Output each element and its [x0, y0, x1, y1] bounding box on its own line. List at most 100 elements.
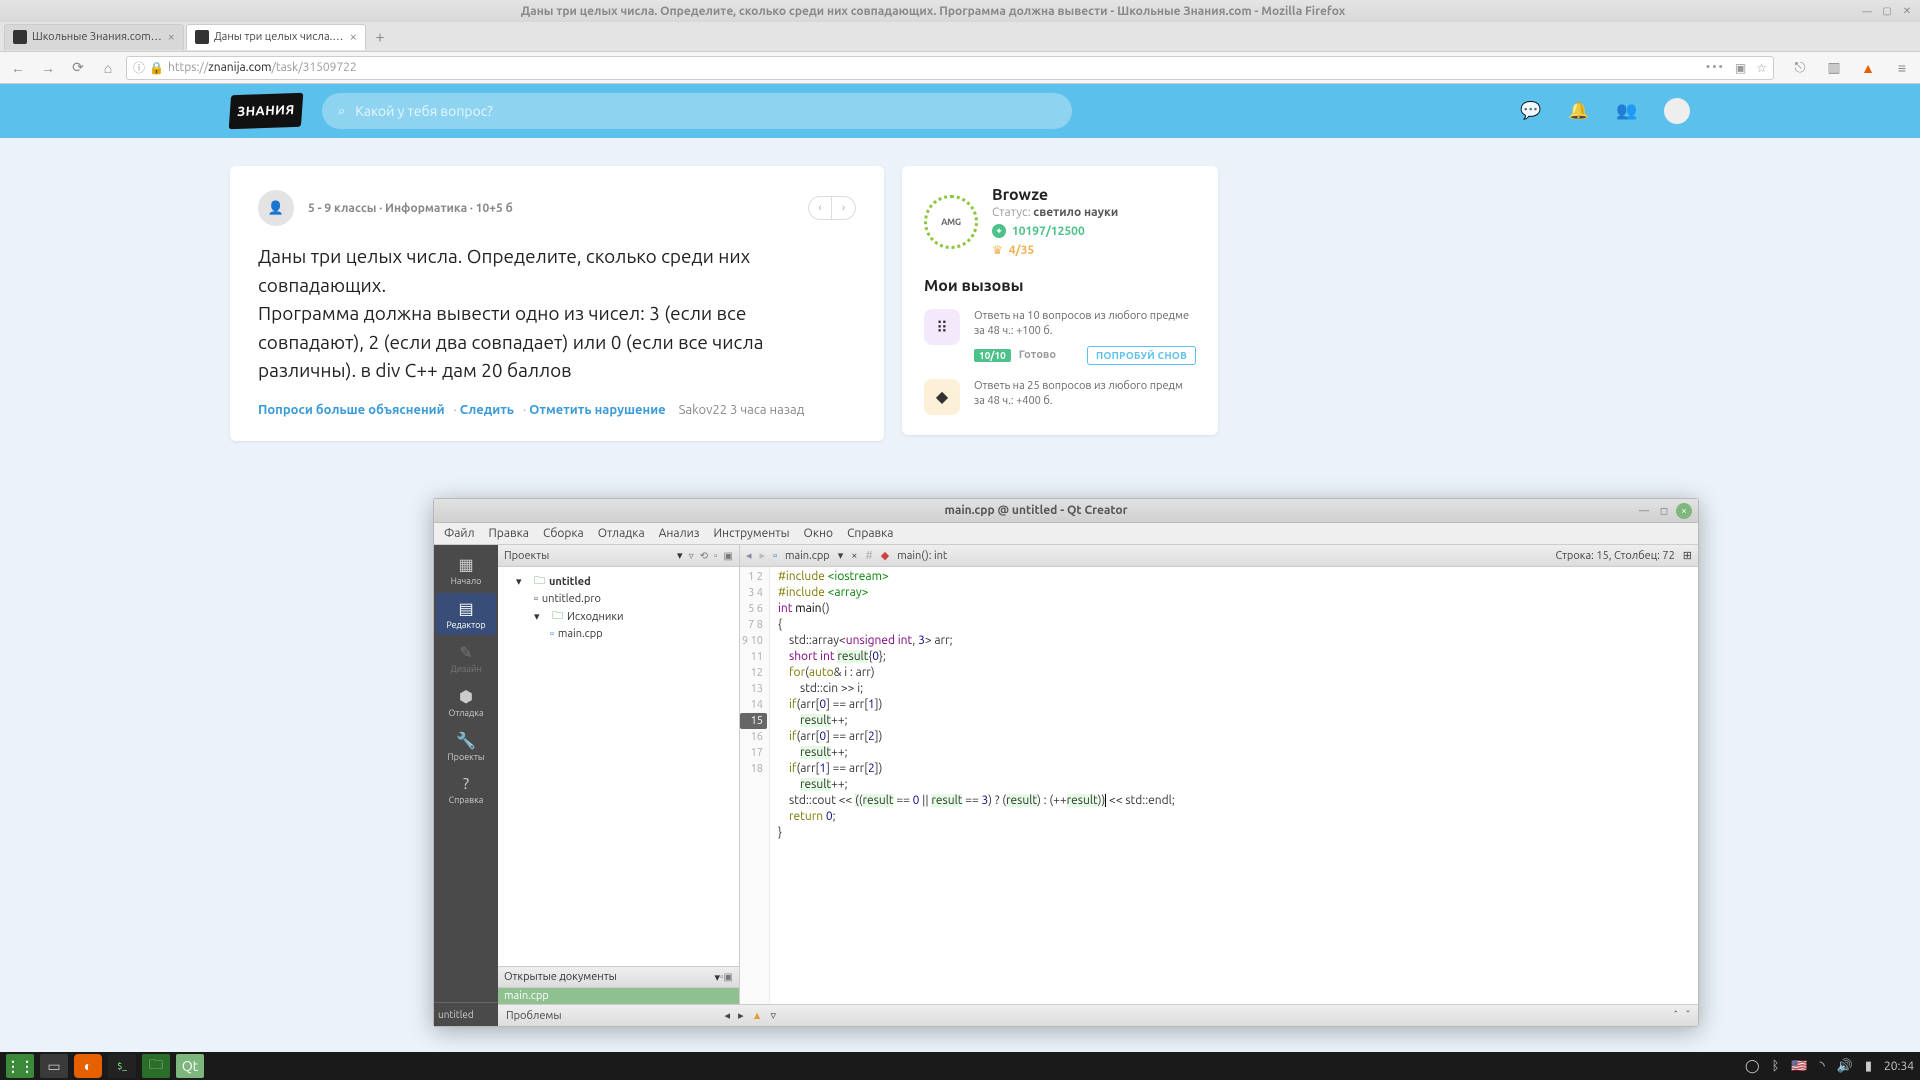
link-icon[interactable]: ⟲ [700, 550, 708, 562]
battery-icon[interactable]: ▮ [1865, 1059, 1872, 1074]
menu-debug[interactable]: Отладка [598, 527, 645, 540]
nav-home-icon[interactable]: ⌂ [96, 56, 120, 80]
window-close-icon[interactable]: ✕ [1900, 4, 1914, 18]
chevron-down-icon[interactable]: ▾ [677, 549, 683, 562]
tree-pro-file[interactable]: ▫ untitled.pro [498, 592, 739, 606]
site-header: ЗНАНИЯ ⌕ Какой у тебя вопрос? 💬 🔔 👥 [0, 84, 1920, 138]
nav-back-icon[interactable]: ← [6, 56, 30, 80]
ask-more-link[interactable]: Попроси больше объяснений [258, 403, 445, 417]
kit-selector[interactable]: untitled [434, 1002, 498, 1026]
editor-position[interactable]: Строка: 15, Столбец: 72 [1556, 550, 1675, 562]
user-status: Статус: светило науки [992, 206, 1118, 219]
menu-help[interactable]: Справка [847, 527, 893, 540]
site-logo[interactable]: ЗНАНИЯ [229, 93, 304, 129]
nav-forward-icon[interactable]: ▸ [760, 549, 766, 562]
files-app-icon[interactable]: 🗀 [142, 1054, 170, 1078]
problems-pane[interactable]: Проблемы ◂ ▸ ▲ ▿ ˆ ˇ [498, 1004, 1698, 1026]
open-doc-item[interactable]: main.cpp [498, 988, 739, 1004]
tree-sources[interactable]: ▾🗀 Исходники [498, 606, 739, 627]
reader-icon[interactable]: ▣ [1735, 61, 1746, 75]
terminal-app-icon[interactable]: $_ [108, 1054, 136, 1078]
collapse-icon[interactable]: ▣ [724, 550, 733, 562]
expand-icon[interactable]: ▾ [516, 575, 530, 588]
nav-forward-icon[interactable]: → [36, 56, 60, 80]
qt-minimize-icon[interactable]: — [1636, 503, 1652, 519]
fire-icon[interactable]: ▲ [1856, 56, 1880, 80]
volume-icon[interactable]: 🔊 [1837, 1059, 1853, 1074]
nav-back-icon[interactable]: ◂ [746, 549, 752, 562]
library-icon[interactable]: ⎋ [1788, 56, 1812, 80]
menu-file[interactable]: Файл [444, 527, 475, 540]
prev-issue-icon[interactable]: ◂ [725, 1009, 731, 1022]
url-input[interactable]: ⓘ 🔒 https://znanija.com/task/31509722 ••… [126, 56, 1774, 80]
hamburger-icon[interactable]: ≡ [1890, 56, 1914, 80]
window-minimize-icon[interactable]: — [1860, 4, 1874, 18]
chat-icon[interactable]: 💬 [1520, 100, 1542, 122]
shield-icon[interactable]: ◯ [1745, 1059, 1760, 1074]
editor-file[interactable]: main.cpp [785, 550, 830, 562]
filter-icon[interactable]: ▿ [770, 1009, 776, 1022]
user-name[interactable]: Browze [992, 186, 1118, 204]
browser-tab[interactable]: Школьные Знания.com - Ре × [4, 24, 184, 50]
bookmark-icon[interactable]: ◆ [881, 549, 889, 562]
bookmark-icon[interactable]: ☆ [1756, 61, 1767, 75]
menu-tools[interactable]: Инструменты [713, 527, 789, 540]
dropdown-icon[interactable]: ▾ [838, 549, 844, 562]
browser-tab-active[interactable]: Даны три целых числа. Оп × [186, 24, 366, 50]
report-link[interactable]: Отметить нарушение [529, 403, 666, 417]
bell-icon[interactable]: 🔔 [1568, 100, 1590, 122]
mode-debug[interactable]: ⬢Отладка [436, 681, 496, 723]
mode-projects[interactable]: 🔧Проекты [436, 725, 496, 767]
code-editor[interactable]: 1 2 3 4 5 6 7 8 9 10 11 12 13 14 1516 17… [740, 567, 1698, 1004]
nav-reload-icon[interactable]: ⟳ [66, 56, 90, 80]
search-input[interactable]: ⌕ Какой у тебя вопрос? [322, 93, 1072, 129]
qt-titlebar[interactable]: main.cpp @ untitled - Qt Creator — ◻ × [434, 499, 1698, 523]
show-desktop-icon[interactable]: ▭ [40, 1054, 68, 1078]
tree-project[interactable]: ▾🗀 untitled [498, 571, 739, 592]
editor-symbol[interactable]: main(): int [897, 550, 947, 562]
url-path: /task/31509722 [272, 61, 357, 74]
qt-close-icon[interactable]: × [1676, 503, 1692, 519]
author-avatar[interactable]: 👤 [258, 190, 294, 226]
prev-question-button[interactable]: ‹ [808, 196, 832, 220]
split-icon[interactable]: ▫ [714, 550, 718, 562]
next-question-button[interactable]: › [832, 196, 856, 220]
tab-close-icon[interactable]: × [168, 30, 175, 44]
close-pane-icon[interactable]: ▣ [724, 971, 733, 983]
mode-welcome[interactable]: ▦Начало [436, 549, 496, 591]
filter-icon[interactable]: ▿ [689, 550, 694, 562]
tree-main-cpp[interactable]: ▫ main.cpp [498, 627, 739, 641]
source-code[interactable]: #include <iostream> #include <array> int… [770, 567, 1698, 1004]
warning-icon[interactable]: ▲ [752, 1010, 763, 1022]
try-again-button[interactable]: ПОПРОБУЙ СНОВ [1087, 346, 1196, 365]
expand-icon[interactable]: ▾ [534, 610, 548, 623]
collapse-icon[interactable]: ˇ [1686, 1010, 1690, 1022]
menu-analyze[interactable]: Анализ [659, 527, 700, 540]
tab-close-icon[interactable]: × [350, 30, 357, 44]
start-menu-button[interactable]: ⋮⋮ [6, 1054, 34, 1078]
wifi-icon[interactable]: ◝ [1820, 1059, 1825, 1074]
window-maximize-icon[interactable]: ▢ [1880, 4, 1894, 18]
bluetooth-icon[interactable]: ᛒ [1772, 1059, 1780, 1073]
expand-icon[interactable]: ˆ [1674, 1010, 1678, 1022]
menu-edit[interactable]: Правка [489, 527, 529, 540]
avatar[interactable] [1664, 98, 1690, 124]
firefox-app-icon[interactable]: ◐ [74, 1054, 102, 1078]
close-doc-icon[interactable]: × [851, 550, 857, 562]
mode-help[interactable]: ?Справка [436, 769, 496, 811]
next-issue-icon[interactable]: ▸ [738, 1009, 744, 1022]
people-icon[interactable]: 👥 [1616, 100, 1638, 122]
page-actions-icon[interactable]: ••• [1706, 61, 1725, 74]
qtcreator-app-icon[interactable]: Qt [176, 1054, 204, 1078]
mode-editor[interactable]: ▤Редактор [436, 593, 496, 635]
menu-window[interactable]: Окно [804, 527, 834, 540]
follow-link[interactable]: Следить [460, 403, 514, 417]
qt-maximize-icon[interactable]: ◻ [1656, 503, 1672, 519]
flag-icon[interactable]: 🇺🇸 [1791, 1059, 1807, 1074]
split-editor-icon[interactable]: ⊞ [1683, 549, 1692, 562]
new-tab-button[interactable]: + [368, 28, 392, 46]
menu-build[interactable]: Сборка [543, 527, 584, 540]
qtcreator-window: main.cpp @ untitled - Qt Creator — ◻ × Ф… [433, 498, 1699, 1027]
sidebar-icon[interactable]: ▥ [1822, 56, 1846, 80]
clock[interactable]: 20:34 [1884, 1060, 1914, 1073]
